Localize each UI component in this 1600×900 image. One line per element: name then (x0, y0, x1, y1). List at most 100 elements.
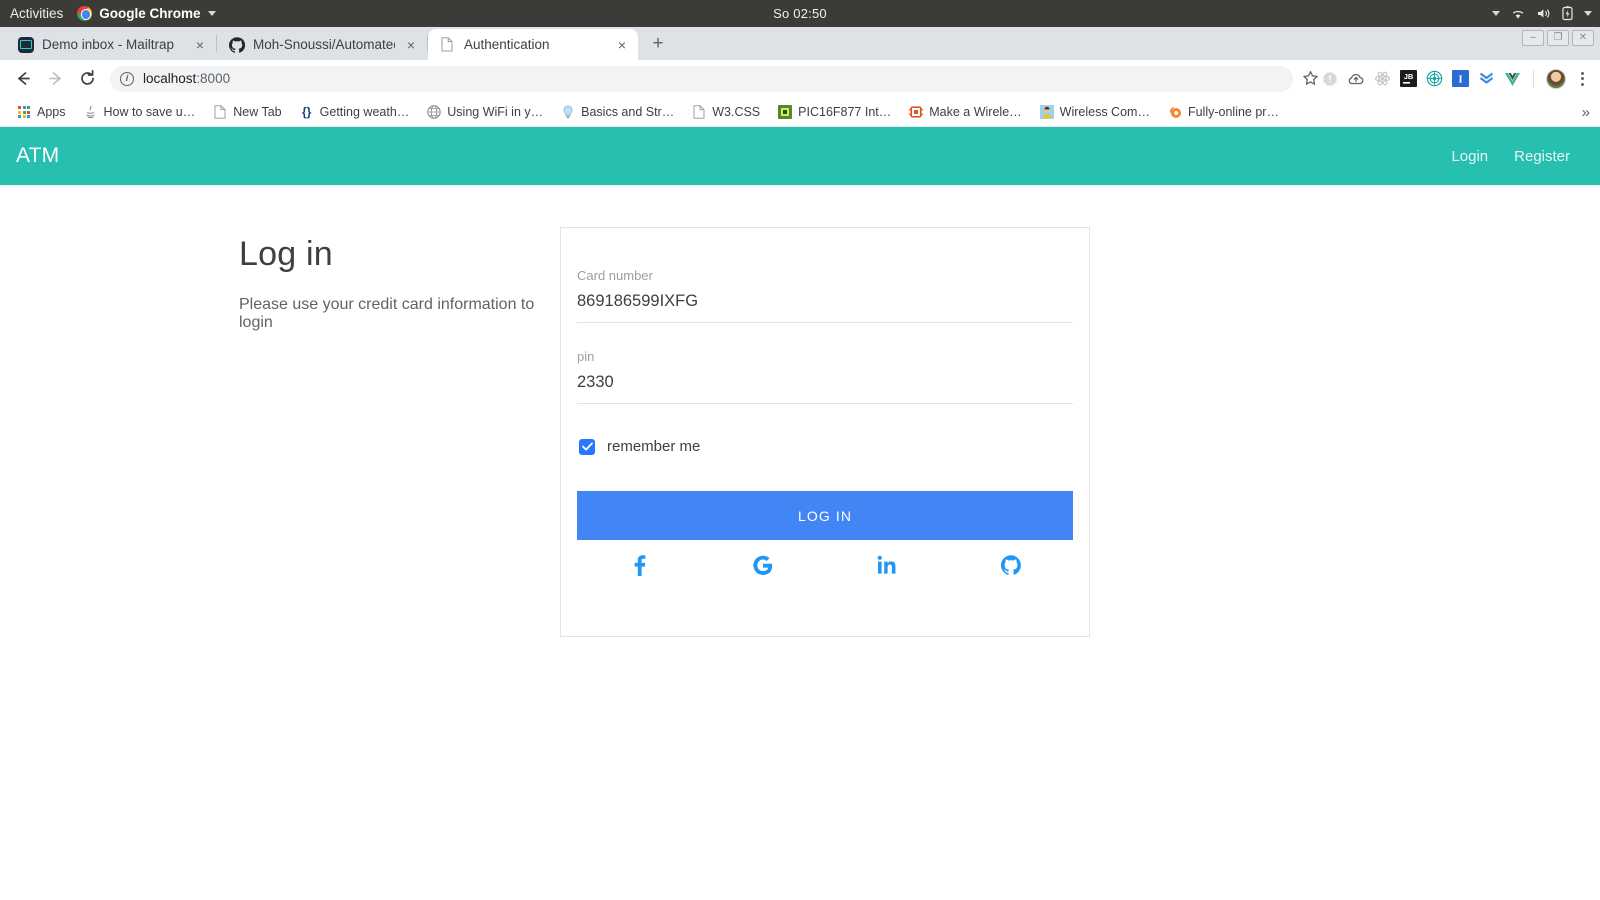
os-status-area[interactable] (1492, 6, 1592, 21)
bookmark-label: Make a Wirele… (929, 105, 1022, 119)
bookmark-label: Wireless Com… (1059, 105, 1150, 119)
social-login-row (577, 554, 1073, 592)
browser-tab-github[interactable]: Moh-Snoussi/Automated × (217, 29, 427, 60)
tab-close-icon[interactable]: × (403, 38, 419, 52)
linkedin-icon[interactable] (825, 555, 949, 575)
volume-icon (1536, 7, 1551, 20)
os-top-bar: Activities Google Chrome So 02:50 (0, 0, 1600, 27)
navbar-links: Login Register (1451, 148, 1584, 165)
navbar-link-login[interactable]: Login (1451, 148, 1488, 165)
bookmark-pic16f877[interactable]: PIC16F877 Int… (769, 105, 900, 119)
login-card: Card number 869186599IXFG pin 2330 remem… (560, 227, 1090, 637)
new-tab-button[interactable]: + (644, 30, 672, 58)
bookmark-label: Basics and Str… (581, 105, 675, 119)
app-brand[interactable]: ATM (16, 144, 59, 168)
tab-title: Demo inbox - Mailtrap (42, 37, 175, 52)
bookmark-make-a-wireless[interactable]: Make a Wirele… (900, 105, 1030, 119)
pin-label: pin (577, 349, 595, 364)
bookmark-getting-weather[interactable]: {} Getting weath… (291, 105, 419, 119)
bookmark-label: Fully-online pr… (1187, 105, 1279, 119)
pin-field-group: pin 2330 (577, 349, 1073, 404)
bookmark-label: Getting weath… (319, 105, 410, 119)
bookmarks-overflow-button[interactable]: » (1582, 104, 1590, 121)
browser-toolbar: i localhost:8000 JB I (0, 60, 1600, 98)
main-content: Log in Please use your credit card infor… (0, 185, 1600, 637)
forward-button[interactable] (40, 64, 70, 94)
page-icon (213, 105, 227, 119)
java-icon (84, 105, 98, 119)
tab-close-icon[interactable]: × (192, 38, 208, 52)
active-app-label: Google Chrome (99, 6, 201, 21)
bookmark-star-icon[interactable] (1301, 70, 1319, 88)
window-controls: – ❐ ✕ (1522, 30, 1594, 46)
chevron-down-icon (207, 11, 216, 16)
extensions-area: JB I (1321, 68, 1592, 89)
bookmark-w3css[interactable]: W3.CSS (683, 105, 769, 119)
bookmark-fully-online[interactable]: Fully-online pr… (1159, 105, 1288, 119)
battery-icon (1562, 6, 1573, 21)
mailtrap-favicon-icon (18, 36, 34, 53)
active-app-menu[interactable]: Google Chrome (77, 6, 216, 21)
page-content: ATM Login Register Log in Please use you… (0, 127, 1600, 899)
chevrons-extension-icon[interactable] (1477, 70, 1495, 88)
page-icon (692, 105, 706, 119)
bookmark-how-to-save[interactable]: How to save u… (75, 105, 205, 119)
remember-me-row[interactable]: remember me (579, 438, 1073, 455)
tab-title: Moh-Snoussi/Automated (253, 37, 395, 52)
github-icon[interactable] (949, 555, 1073, 575)
reload-button[interactable] (72, 64, 102, 94)
tab-title: Authentication (464, 37, 550, 52)
intro-column: Log in Please use your credit card infor… (0, 227, 560, 637)
google-icon[interactable] (701, 555, 825, 576)
jetbrains-extension-icon[interactable]: JB (1399, 70, 1417, 88)
profile-avatar[interactable] (1546, 68, 1566, 89)
status-chevron-down-icon (1492, 11, 1500, 16)
browser-tab-mailtrap[interactable]: Demo inbox - Mailtrap × (6, 29, 216, 60)
bookmarks-bar: Apps How to save u… New Tab {} Getting w… (0, 98, 1600, 127)
remember-me-checkbox[interactable] (579, 438, 595, 455)
bookmark-basics-and-structure[interactable]: Basics and Str… (552, 105, 683, 119)
url-port: :8000 (196, 71, 231, 86)
browser-tab-strip: Demo inbox - Mailtrap × Moh-Snoussi/Auto… (0, 27, 1600, 60)
bookmark-using-wifi[interactable]: Using WiFi in y… (418, 105, 552, 119)
flame-icon (1168, 105, 1182, 119)
address-bar[interactable]: i localhost:8000 (110, 65, 1293, 92)
facebook-icon[interactable] (577, 554, 701, 576)
back-button[interactable] (8, 64, 38, 94)
toolbar-divider (1533, 69, 1534, 88)
activities-button[interactable]: Activities (0, 6, 77, 21)
login-submit-button[interactable]: LOG IN (577, 491, 1073, 540)
card-number-input[interactable]: 869186599IXFG (577, 292, 1073, 323)
url-text: localhost:8000 (143, 71, 230, 86)
navbar-link-register[interactable]: Register (1514, 148, 1570, 165)
cloud-extension-icon[interactable] (1347, 70, 1365, 88)
tab-close-icon[interactable]: × (614, 38, 630, 52)
system-menu-chevron-icon (1584, 11, 1592, 16)
react-devtools-icon[interactable] (1373, 70, 1391, 88)
page-favicon-icon (440, 36, 456, 53)
json-braces-icon: {} (301, 105, 312, 119)
bookmark-apps[interactable]: Apps (8, 105, 75, 119)
kebab-menu-icon[interactable] (1574, 71, 1590, 86)
bookmark-wireless-com[interactable]: Wireless Com… (1031, 105, 1159, 119)
browser-tab-authentication[interactable]: Authentication × (428, 29, 638, 60)
bookmark-label: How to save u… (103, 105, 196, 119)
os-clock[interactable]: So 02:50 (773, 6, 827, 21)
page-title: Log in (239, 235, 333, 273)
chip-orange-icon (909, 105, 924, 119)
warning-extension-icon[interactable] (1321, 70, 1339, 88)
intellij-extension-icon[interactable]: I (1451, 70, 1469, 88)
bookmark-label: PIC16F877 Int… (798, 105, 892, 119)
page-subtitle: Please use your credit card information … (239, 296, 535, 331)
window-close-button[interactable]: ✕ (1572, 30, 1594, 46)
window-maximize-button[interactable]: ❐ (1547, 30, 1569, 46)
vue-devtools-icon[interactable] (1503, 70, 1521, 88)
globe-extension-icon[interactable] (1425, 70, 1443, 88)
lightbulb-icon (561, 105, 575, 119)
window-minimize-button[interactable]: – (1522, 30, 1544, 46)
url-host: localhost (143, 71, 197, 86)
pin-input[interactable]: 2330 (577, 373, 1073, 404)
bookmark-new-tab[interactable]: New Tab (204, 105, 290, 119)
chip-green-icon (778, 105, 793, 119)
info-circle-icon[interactable]: i (120, 71, 134, 86)
